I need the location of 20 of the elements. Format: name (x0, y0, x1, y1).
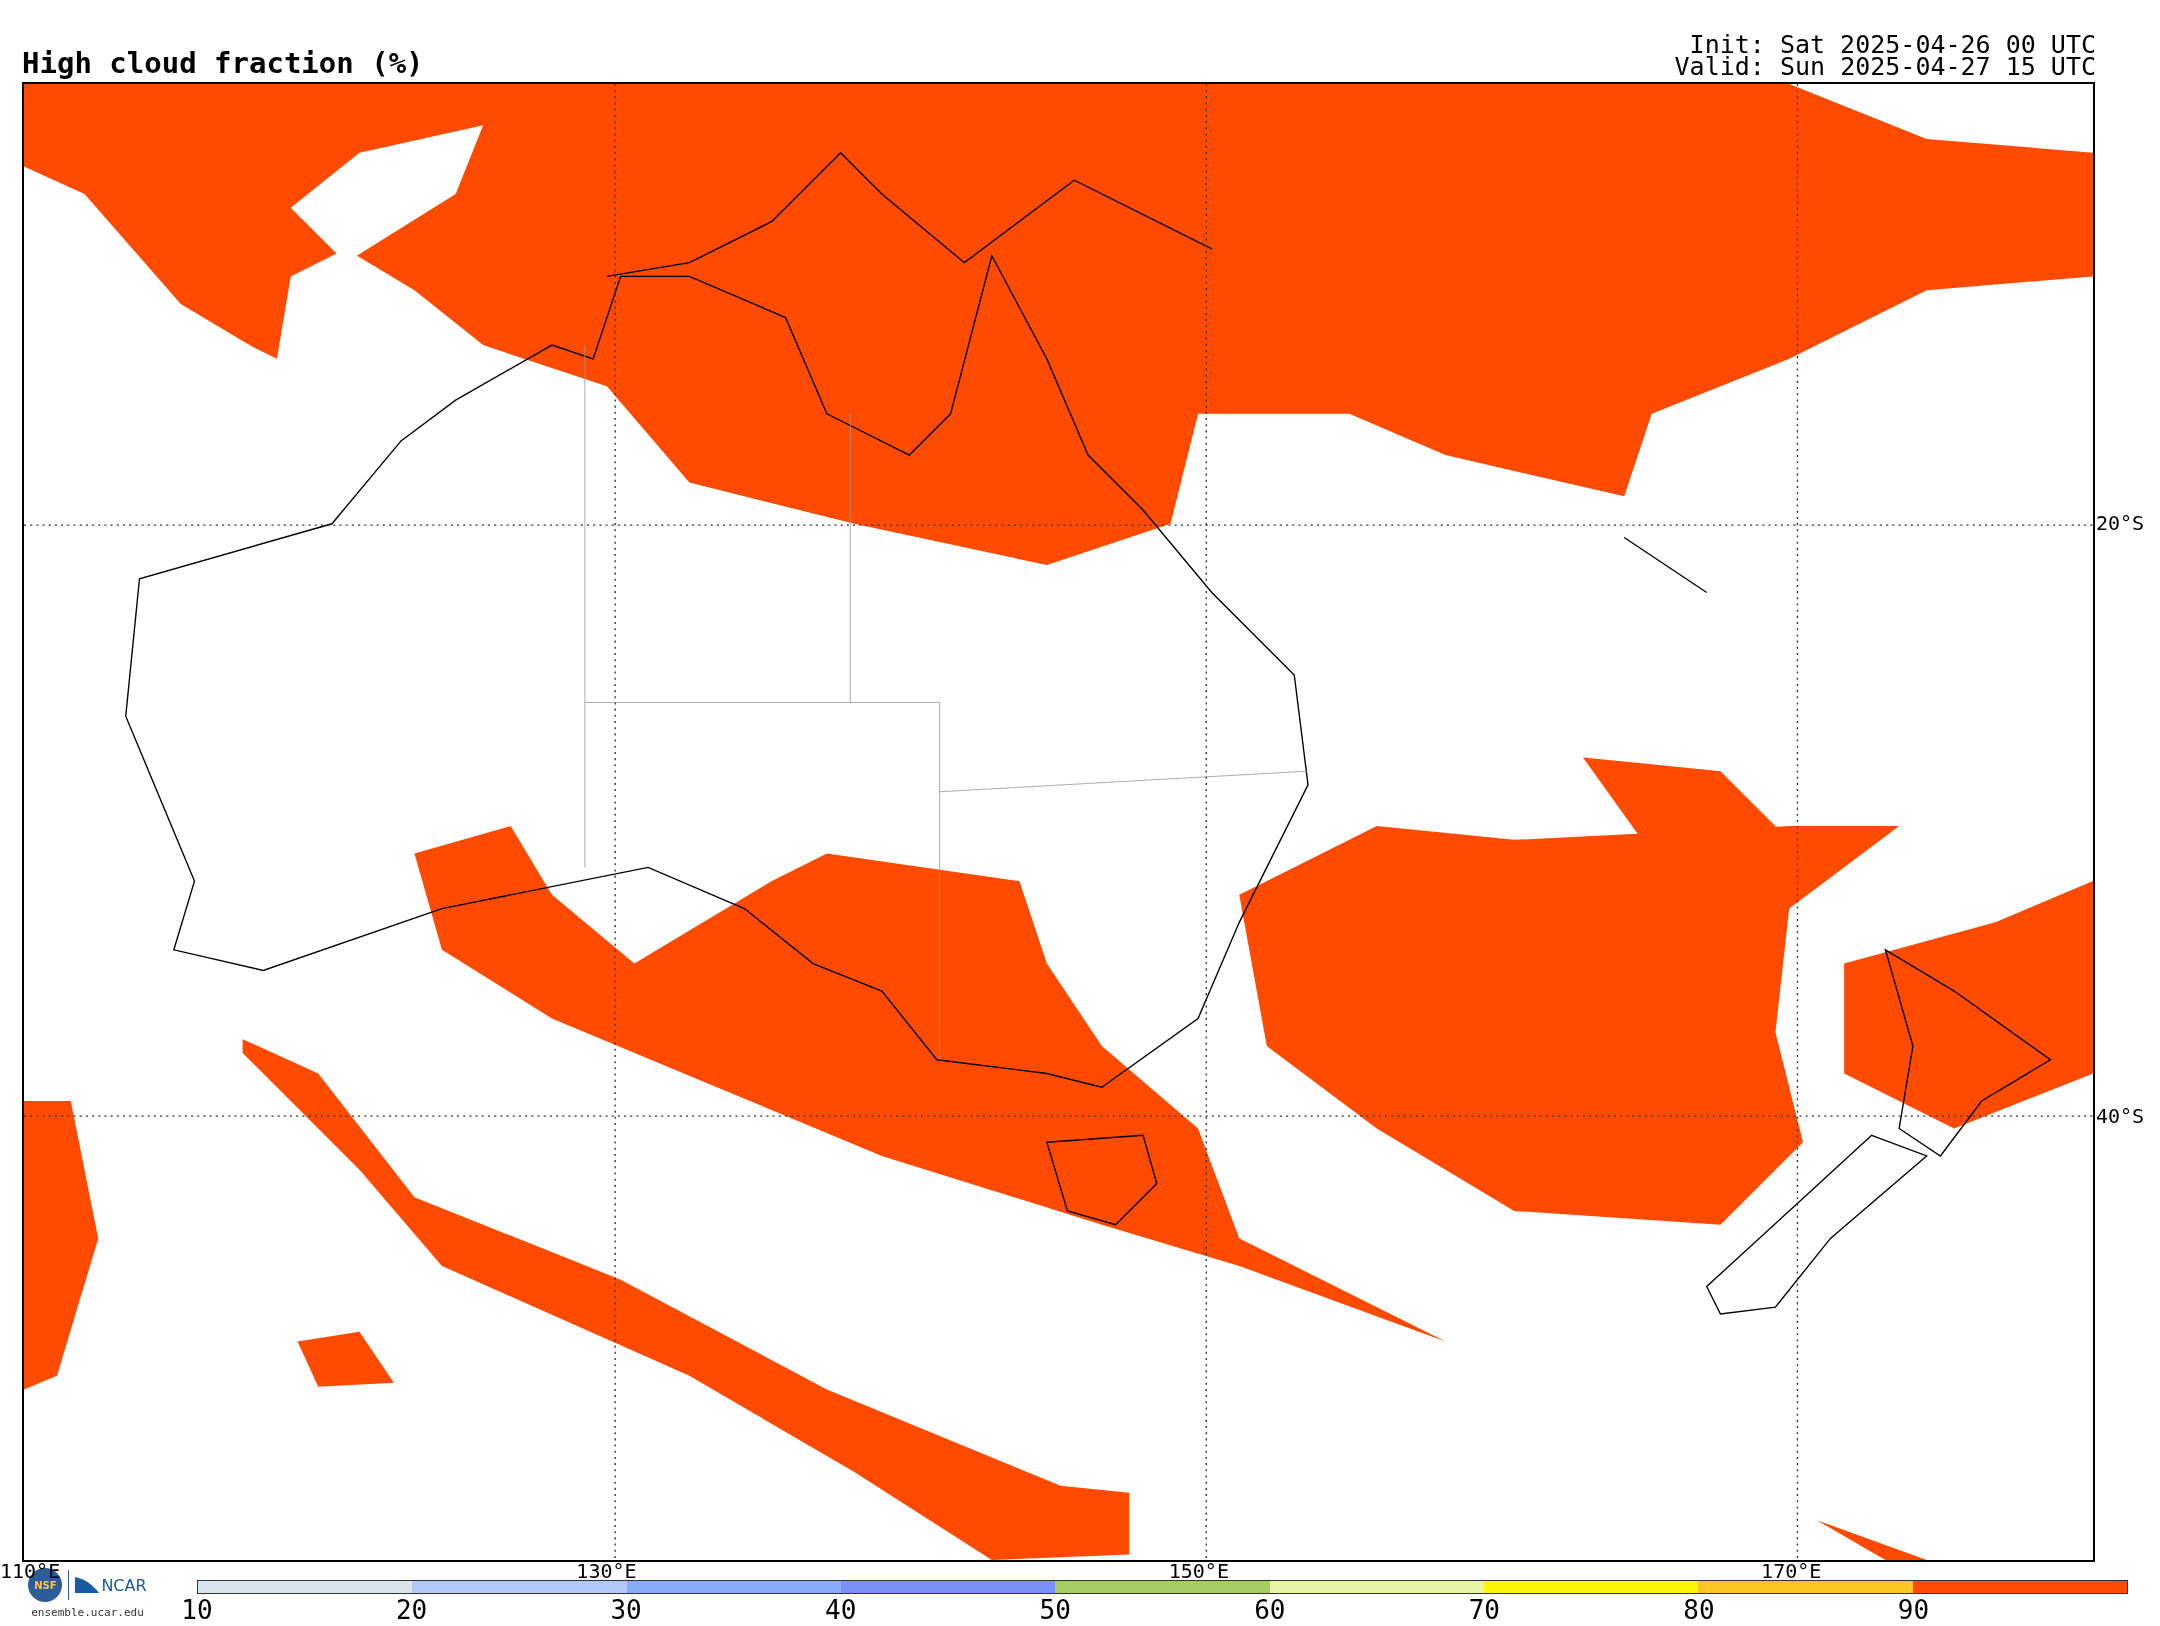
colorbar-tick-label: 40 (825, 1596, 857, 1624)
colorbar-tick-label: 30 (610, 1596, 642, 1624)
colorbar-tick-label: 50 (1039, 1596, 1071, 1624)
colorbar-tick-label: 20 (395, 1596, 428, 1624)
latitude-label: 40°S (2096, 1102, 2145, 1129)
longitude-label: 130°E (576, 1560, 637, 1582)
init-time: Init: Sat 2025-04-26 00 UTC (1689, 34, 2096, 56)
colorbar-tick-label: 90 (1897, 1596, 1930, 1624)
colorbar-tick-label: 80 (1683, 1596, 1715, 1624)
valid-time: Valid: Sun 2025-04-27 15 UTC (1674, 56, 2096, 78)
longitude-label: 170°E (1761, 1560, 1822, 1582)
website-url: ensemble.ucar.edu (31, 1606, 144, 1619)
ncar-logo: NCAR (101, 1575, 147, 1595)
wave-icon (75, 1577, 100, 1593)
colorbar-tick-label: 60 (1254, 1596, 1286, 1624)
colorbar-tick-label: 10 (181, 1596, 213, 1624)
latitude-label: 20°S (2096, 510, 2145, 537)
longitude-label: 150°E (1168, 1560, 1229, 1582)
colorbar-tick-label: 70 (1468, 1596, 1501, 1624)
chart-title: High cloud fraction (%) (22, 49, 424, 78)
